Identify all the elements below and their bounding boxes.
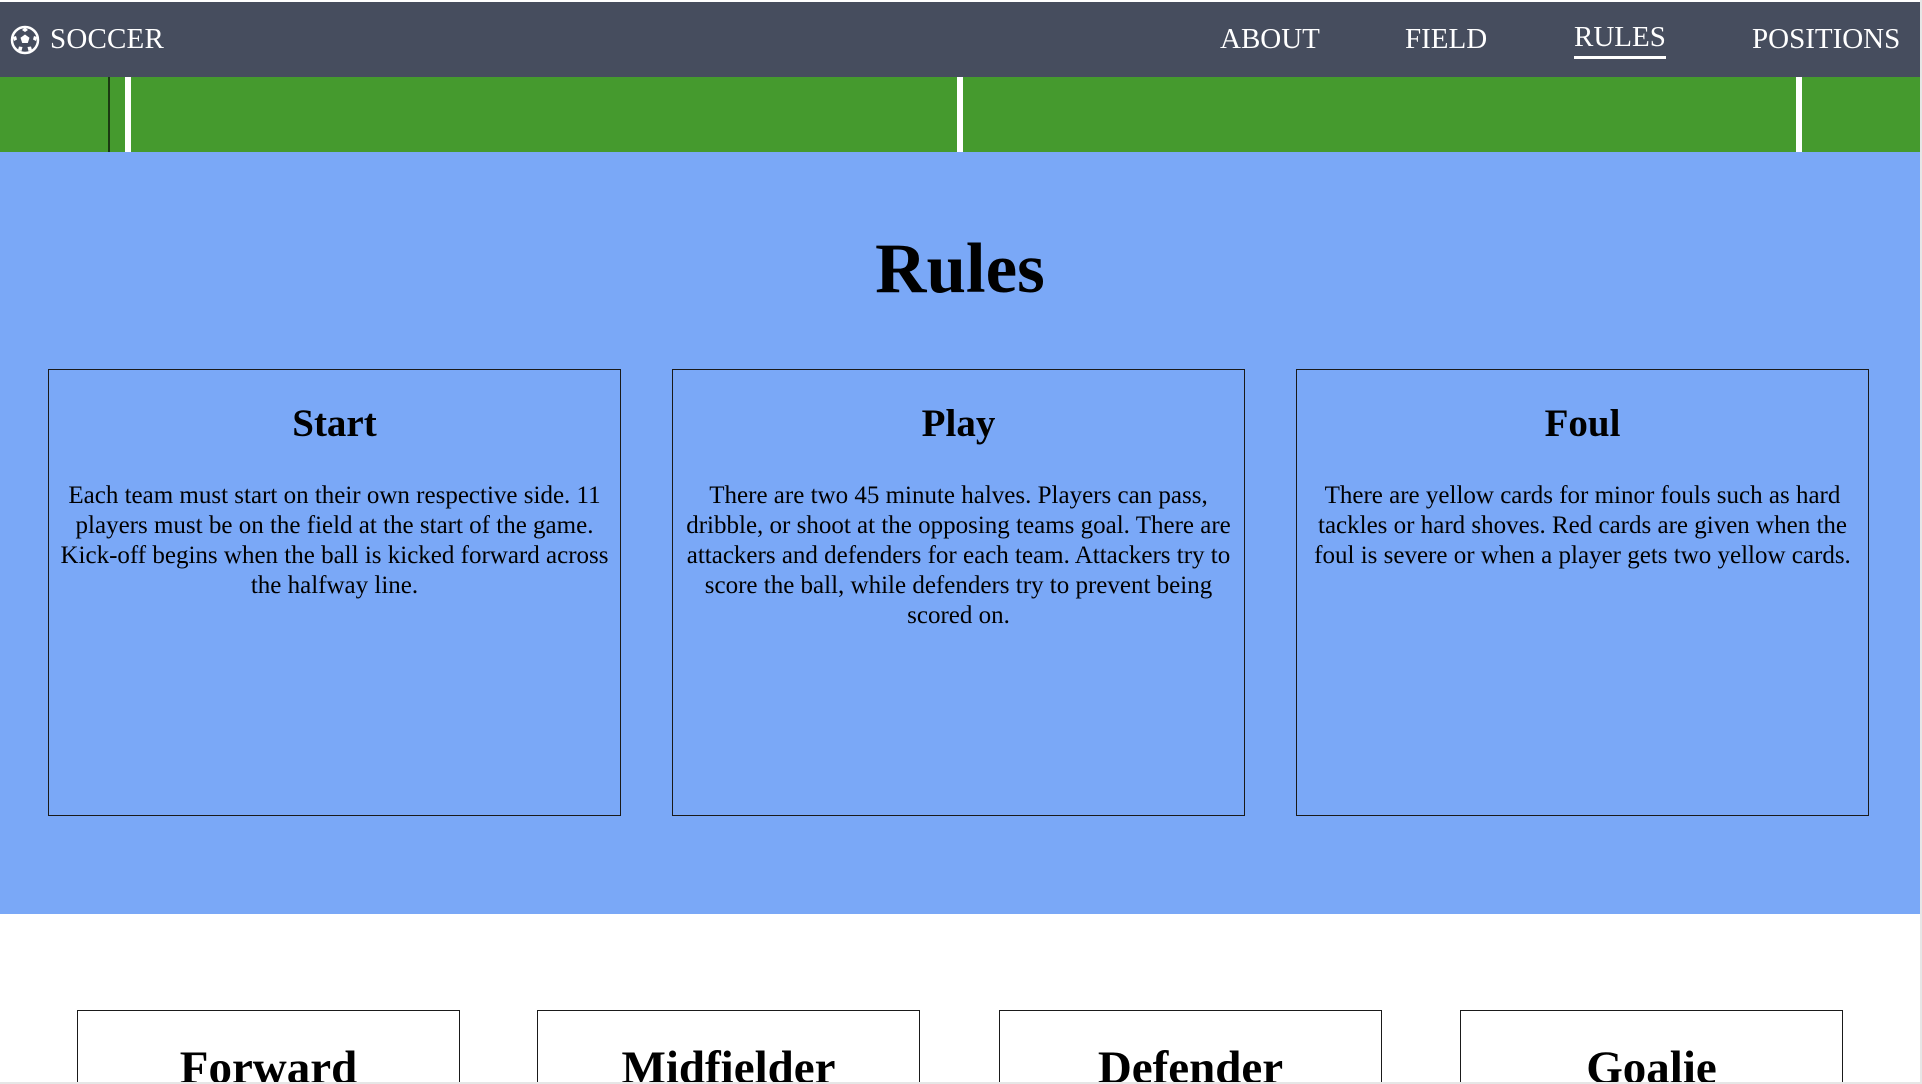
- rule-card-text: There are two 45 minute halves. Players …: [686, 482, 1231, 629]
- field-line: [1796, 77, 1802, 152]
- nav-link-field-label: FIELD: [1405, 23, 1488, 55]
- position-card-heading: Defender: [1097, 1042, 1284, 1084]
- rule-card-heading: Foul: [1544, 402, 1621, 445]
- rule-card-text: Each team must start on their own respec…: [60, 482, 609, 599]
- position-card-forward: Forward: [77, 1010, 460, 1084]
- field-line: [125, 77, 131, 152]
- nav-link-positions[interactable]: POSITIONS: [1752, 2, 1900, 77]
- position-card-midfielder: Midfielder: [537, 1010, 920, 1084]
- rule-card-play: Play There are two 45 minute halves. Pla…: [672, 369, 1245, 816]
- rule-card-heading: Start: [292, 402, 377, 445]
- top-navbar: SOCCER ABOUT FIELD RULES POSITIONS: [0, 2, 1922, 77]
- field-stripe-banner: [0, 77, 1922, 152]
- rule-card-text: There are yellow cards for minor fouls s…: [1314, 482, 1851, 569]
- field-line: [108, 77, 110, 152]
- nav-link-about[interactable]: ABOUT: [1220, 2, 1320, 77]
- position-card-goalie: Goalie: [1460, 1010, 1843, 1084]
- nav-link-rules[interactable]: RULES: [1574, 2, 1666, 77]
- nav-link-rules-label: RULES: [1574, 21, 1666, 59]
- nav-link-field[interactable]: FIELD: [1405, 2, 1487, 77]
- positions-section: Forward Midfielder Defender Goalie: [0, 914, 1920, 1084]
- rule-card-heading: Play: [921, 402, 996, 445]
- nav-links: ABOUT FIELD RULES POSITIONS: [0, 2, 1922, 77]
- nav-link-about-label: ABOUT: [1220, 23, 1320, 55]
- rule-card-foul: Foul There are yellow cards for minor fo…: [1296, 369, 1869, 816]
- page: SOCCER ABOUT FIELD RULES POSITIONS Rules: [0, 0, 1922, 1084]
- position-card-defender: Defender: [999, 1010, 1382, 1084]
- position-card-heading: Forward: [179, 1042, 358, 1084]
- position-card-heading: Midfielder: [621, 1042, 836, 1084]
- rules-section: Rules Start Each team must start on thei…: [0, 152, 1920, 914]
- rule-card-start: Start Each team must start on their own …: [48, 369, 621, 816]
- halfway-line: [957, 77, 963, 152]
- rules-title: Rules: [875, 230, 1045, 308]
- position-card-heading: Goalie: [1586, 1042, 1717, 1084]
- nav-link-positions-label: POSITIONS: [1752, 23, 1901, 55]
